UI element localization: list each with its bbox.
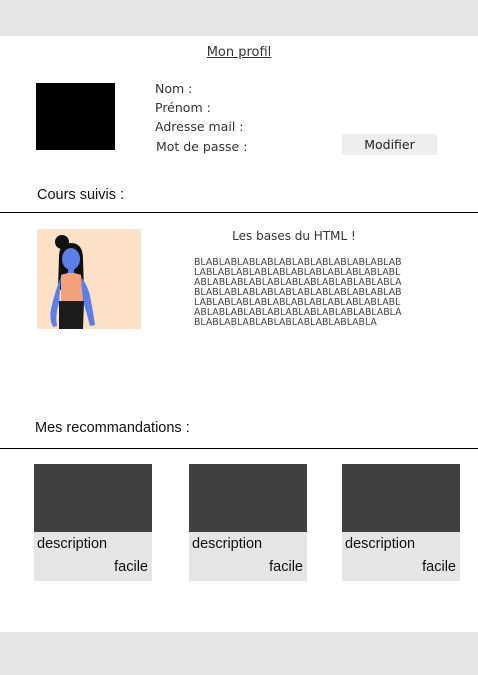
recommendation-level: facile xyxy=(269,559,303,575)
recommendation-card[interactable]: description facile xyxy=(34,464,152,581)
recommendation-level: facile xyxy=(114,559,148,575)
recommendation-card[interactable]: description facile xyxy=(342,464,460,581)
recommendations-divider xyxy=(0,448,478,449)
recommendation-description: description xyxy=(37,536,108,552)
recommendation-card[interactable]: description facile xyxy=(189,464,307,581)
course-illustration[interactable] xyxy=(37,229,141,329)
recommendation-thumbnail xyxy=(342,464,460,532)
recommendations-heading: Mes recommandations : xyxy=(35,420,190,436)
recommendation-description: description xyxy=(192,536,263,552)
modify-button[interactable]: Modifier xyxy=(342,134,437,155)
field-name-label: Nom : xyxy=(155,81,193,96)
course-title[interactable]: Les bases du HTML ! xyxy=(194,229,394,243)
field-password-label: Mot de passe : xyxy=(156,139,248,154)
top-bar xyxy=(0,0,478,36)
woman-illustration-icon xyxy=(37,229,141,329)
field-firstname-label: Prénom : xyxy=(155,100,211,115)
courses-divider xyxy=(0,212,478,213)
field-email-label: Adresse mail : xyxy=(155,119,244,134)
recommendation-description: description xyxy=(345,536,416,552)
courses-heading: Cours suivis : xyxy=(37,187,125,203)
recommendation-thumbnail xyxy=(189,464,307,532)
course-description: BLABLABLABLABLABLABLABLABLABLABLABLABLAB… xyxy=(194,257,402,328)
page-title[interactable]: Mon profil xyxy=(0,45,478,60)
avatar xyxy=(36,83,115,150)
footer-bar xyxy=(0,632,478,675)
recommendation-level: facile xyxy=(422,559,456,575)
recommendation-thumbnail xyxy=(34,464,152,532)
